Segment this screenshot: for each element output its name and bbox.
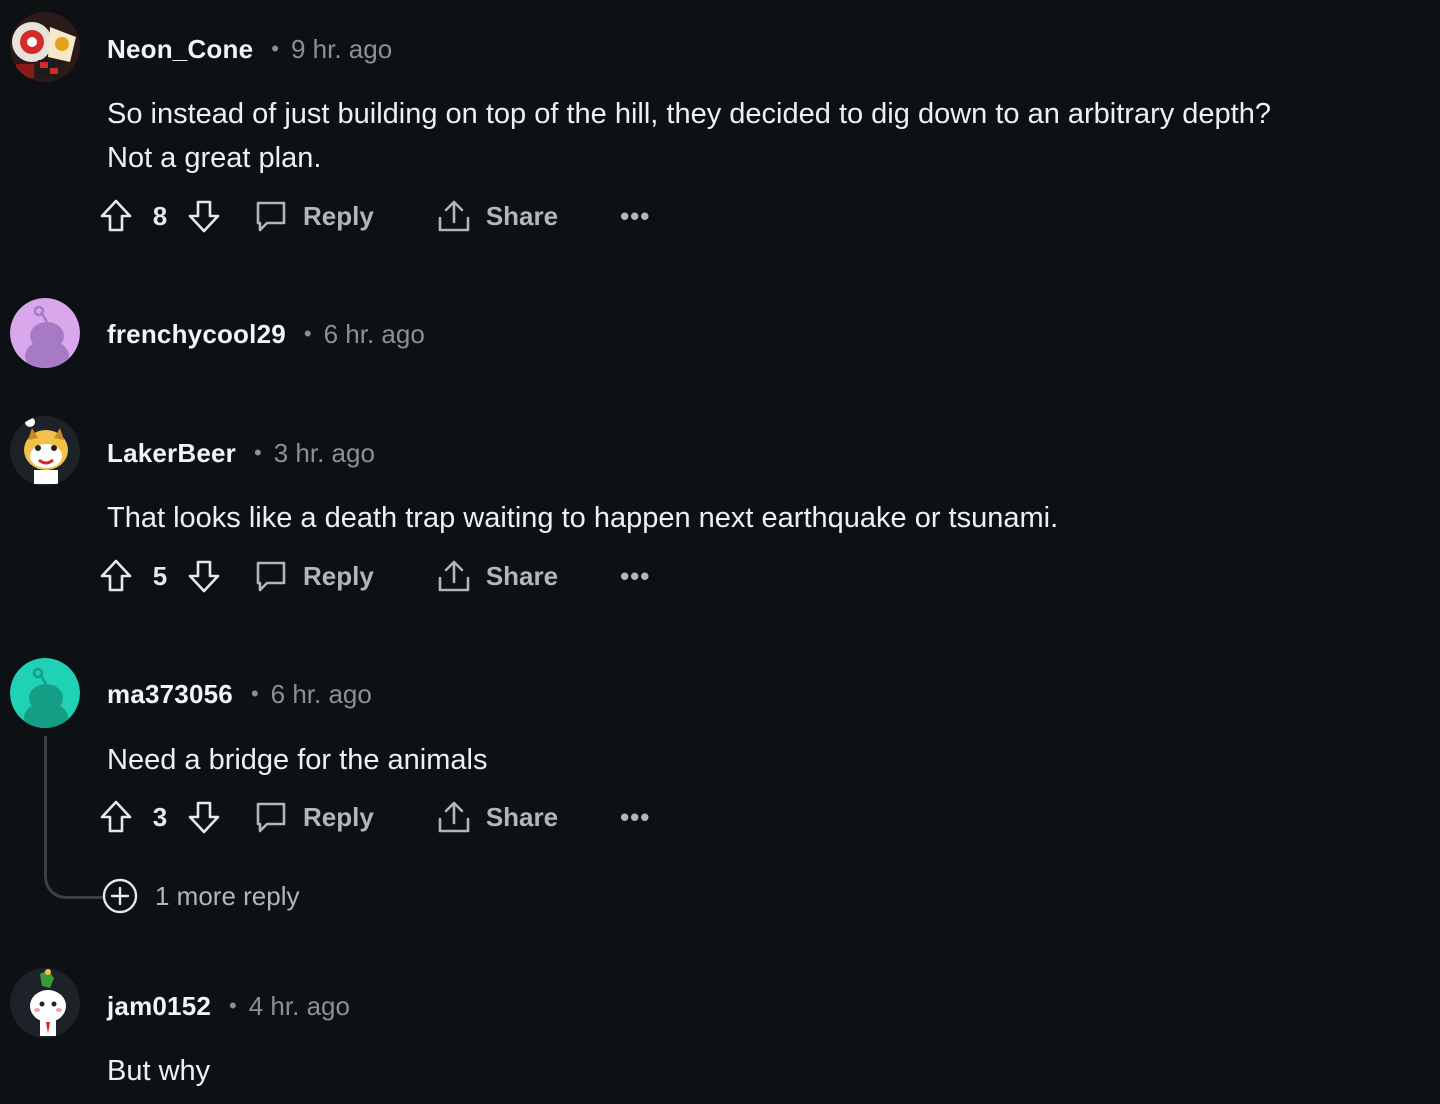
timestamp[interactable]: 6 hr. ago	[324, 319, 425, 350]
comment-meta: Neon_Cone • 9 hr. ago	[107, 29, 392, 69]
avatar[interactable]	[10, 298, 80, 368]
username[interactable]: LakerBeer	[107, 438, 236, 469]
upvote-arrow-icon	[100, 199, 132, 232]
reply-label: Reply	[303, 801, 374, 832]
vote-score: 5	[152, 560, 168, 591]
comment-bubble-icon	[256, 802, 286, 833]
separator-dot: •	[229, 993, 237, 1018]
ellipsis-icon: •••	[620, 560, 651, 591]
comment-actions: 8 Reply Share •••	[97, 194, 650, 238]
share-label: Share	[485, 801, 559, 832]
separator-dot: •	[271, 36, 279, 61]
avatar[interactable]	[10, 416, 80, 486]
comment-meta: ma373056 • 6 hr. ago	[107, 674, 372, 714]
avatar[interactable]	[10, 12, 80, 82]
upvote-button[interactable]	[97, 795, 135, 839]
separator-dot: •	[303, 321, 312, 346]
more-options-button[interactable]: •••	[620, 561, 650, 592]
username[interactable]: ma373056	[107, 679, 233, 710]
comment-actions: 3 Reply Share •••	[97, 795, 650, 839]
upvote-arrow-icon	[100, 559, 132, 592]
more-replies-button[interactable]: 1 more reply	[101, 876, 300, 916]
share-button[interactable]: Share	[436, 558, 558, 594]
more-options-button[interactable]: •••	[620, 201, 650, 232]
downvote-arrow-icon	[188, 801, 220, 834]
vote-score: 8	[152, 200, 168, 231]
more-replies-label: 1 more reply	[155, 880, 300, 911]
share-button[interactable]: Share	[436, 198, 558, 234]
more-options-button[interactable]: •••	[620, 802, 650, 833]
comment-meta: LakerBeer • 3 hr. ago	[107, 433, 375, 473]
downvote-button[interactable]	[185, 795, 223, 839]
upvote-arrow-icon	[100, 800, 132, 833]
ellipsis-icon: •••	[620, 801, 651, 832]
avatar[interactable]	[10, 658, 80, 728]
reply-button[interactable]: Reply	[253, 558, 374, 594]
vote-score: 3	[152, 801, 168, 832]
reply-button[interactable]: Reply	[253, 799, 374, 835]
username[interactable]: Neon_Cone	[107, 34, 253, 65]
comment-bubble-icon	[256, 201, 286, 232]
share-button[interactable]: Share	[436, 799, 558, 835]
comment-text-line: So instead of just building on top of th…	[107, 98, 1271, 130]
share-upload-icon	[438, 801, 470, 833]
downvote-arrow-icon	[188, 200, 220, 233]
comment-body: But why	[107, 1049, 1427, 1093]
comment-text-line: But why	[107, 1055, 211, 1087]
comment-text-line: Need a bridge for the animals	[107, 744, 488, 776]
comment-body: Need a bridge for the animals	[107, 738, 1427, 782]
share-label: Share	[485, 200, 559, 231]
share-upload-icon	[438, 200, 470, 232]
timestamp[interactable]: 9 hr. ago	[291, 34, 392, 65]
comment-text-line: That looks like a death trap waiting to …	[107, 502, 1059, 534]
separator-dot: •	[254, 440, 262, 465]
comment-actions: 5 Reply Share •••	[97, 554, 650, 598]
reply-button[interactable]: Reply	[253, 198, 374, 234]
comment-body: That looks like a death trap waiting to …	[107, 496, 1427, 540]
timestamp[interactable]: 4 hr. ago	[249, 991, 350, 1022]
separator-dot: •	[250, 681, 259, 706]
comment-text-line: Not a great plan.	[107, 142, 322, 174]
upvote-button[interactable]	[97, 554, 135, 598]
timestamp[interactable]: 3 hr. ago	[274, 438, 375, 469]
username[interactable]: frenchycool29	[107, 319, 286, 350]
comment-body: So instead of just building on top of th…	[107, 92, 1427, 180]
reply-label: Reply	[303, 200, 374, 231]
reply-label: Reply	[303, 560, 374, 591]
timestamp[interactable]: 6 hr. ago	[271, 679, 372, 710]
downvote-button[interactable]	[185, 554, 223, 598]
avatar[interactable]	[10, 968, 80, 1038]
comment-meta: jam0152 • 4 hr. ago	[107, 986, 350, 1026]
comment-bubble-icon	[256, 561, 286, 592]
thread-line[interactable]	[44, 736, 103, 899]
share-upload-icon	[438, 560, 470, 592]
comment-meta: frenchycool29 • 6 hr. ago	[107, 314, 425, 354]
plus-circle-icon	[102, 878, 138, 914]
share-label: Share	[485, 560, 559, 591]
username[interactable]: jam0152	[107, 991, 211, 1022]
ellipsis-icon: •••	[620, 200, 651, 231]
downvote-button[interactable]	[185, 194, 223, 238]
upvote-button[interactable]	[97, 194, 135, 238]
downvote-arrow-icon	[188, 560, 220, 593]
